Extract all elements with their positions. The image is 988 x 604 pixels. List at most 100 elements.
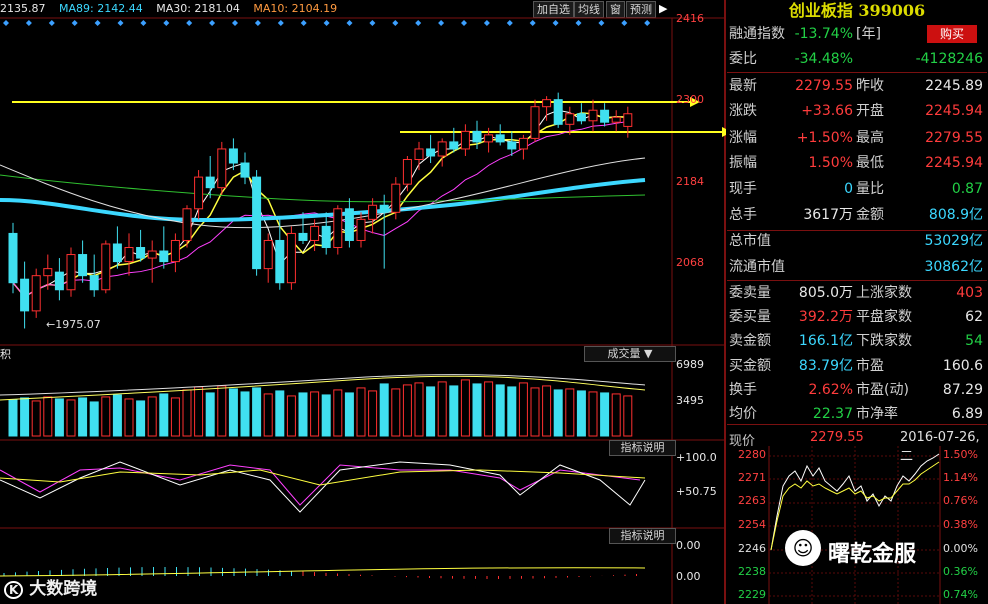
candle-body xyxy=(286,232,296,284)
volume-bar xyxy=(600,392,610,437)
candle-body xyxy=(460,130,470,150)
price-tick-2184: 2184 xyxy=(676,175,704,188)
volume-bar xyxy=(43,396,53,437)
candle-body xyxy=(449,141,459,150)
quote-value: 3617万 xyxy=(803,207,853,223)
intraday-left-tick: 2280 xyxy=(738,448,766,461)
event-marker xyxy=(598,20,605,26)
candle-body xyxy=(124,247,134,263)
volume-bar xyxy=(576,390,586,437)
event-marker xyxy=(415,20,422,26)
volume-bar xyxy=(414,382,424,437)
candle-body xyxy=(205,176,215,189)
quote-label-2: 量比 xyxy=(856,181,884,197)
candle-body xyxy=(437,141,447,157)
indicator2-help-button[interactable]: 指标说明 xyxy=(609,528,676,544)
candle-body xyxy=(78,254,88,277)
quote-label: 总手 xyxy=(729,207,757,223)
quote-value: 0 xyxy=(844,181,853,197)
candle-body xyxy=(252,176,262,270)
candle-body xyxy=(426,148,436,157)
candle-body xyxy=(565,113,575,125)
intraday-right-tick: 0.74% xyxy=(943,588,978,601)
price-tick-2068: 2068 xyxy=(676,256,704,269)
event-marker xyxy=(438,20,445,26)
volume-label-box[interactable]: 成交量 ▼ xyxy=(584,346,676,362)
candle-body xyxy=(275,239,285,284)
moving-average-lines xyxy=(0,109,646,298)
quote-value-2: 2245.94 xyxy=(925,155,983,171)
candle-body xyxy=(170,239,180,263)
volume-bar xyxy=(588,391,598,437)
low-annotation-value: 1975.07 xyxy=(55,318,101,331)
quote-label-2: 最高 xyxy=(856,130,884,146)
right-watermark: 曙乾金服 xyxy=(828,542,917,567)
quote-label: 流通市值 xyxy=(729,259,785,275)
event-marker xyxy=(94,20,101,26)
volume-bar xyxy=(112,394,122,437)
volume-bar xyxy=(101,396,111,437)
quote-label-2: 昨收 xyxy=(856,78,884,94)
candle-body xyxy=(472,130,482,143)
quote-label: 现手 xyxy=(729,181,757,197)
quote-value-2: 403 xyxy=(956,285,983,301)
candle-body xyxy=(368,204,378,220)
ma60-line xyxy=(0,174,646,203)
indicator1-help-button[interactable]: 指标说明 xyxy=(609,440,676,456)
volume-bar xyxy=(252,387,262,437)
intraday-left-tick: 2254 xyxy=(738,518,766,531)
candle-body xyxy=(611,116,621,123)
indicator2-tick-low: 0.00 xyxy=(676,570,701,583)
low-annotation: ←1975.07 xyxy=(46,318,101,331)
event-marker xyxy=(323,20,330,26)
volume-bar xyxy=(20,397,30,437)
quote-value: 805.0万 xyxy=(798,285,853,301)
quote-row: 买金额 83.79亿 市盈 160.6 xyxy=(729,354,986,379)
quote-value: 83.79亿 xyxy=(798,358,853,374)
price-tick-2416: 2416 xyxy=(676,12,704,25)
candle-body xyxy=(356,218,366,241)
left-stub-label: 积 xyxy=(0,348,11,361)
event-marker xyxy=(575,20,582,26)
candle-body xyxy=(159,250,169,263)
event-marker xyxy=(163,20,170,26)
candle-body xyxy=(54,271,64,291)
candle-body xyxy=(89,275,99,291)
quote-row: 振幅 1.50% 最低 2245.94 xyxy=(729,151,986,176)
volume-bar xyxy=(147,396,157,437)
quote-row: 卖金额 166.1亿 下跌家数 54 xyxy=(729,329,986,354)
quote-value: +1.50% xyxy=(796,130,853,146)
kline-chart[interactable] xyxy=(0,0,726,604)
ma89-line xyxy=(0,178,646,223)
event-marker xyxy=(461,20,467,26)
candle-body xyxy=(43,268,53,277)
volume-bar xyxy=(321,394,331,437)
candle-body xyxy=(576,113,586,122)
quote-row: 总手 3617万 金额 808.9亿 xyxy=(729,203,986,228)
volume-bar xyxy=(611,393,621,437)
intraday-right-tick: 0.36% xyxy=(943,565,978,578)
quote-value-2: 30862亿 xyxy=(924,259,983,275)
event-marker xyxy=(71,20,78,26)
volume-bar xyxy=(472,383,482,437)
quote-label-2: 市盈 xyxy=(856,358,884,374)
candle-body xyxy=(333,208,343,249)
volume-bar xyxy=(426,386,436,437)
volume-bar xyxy=(240,391,250,437)
event-marker xyxy=(300,20,307,26)
volume-tick-high: 6989 xyxy=(676,358,704,371)
volume-bar xyxy=(124,398,134,437)
intraday-right-tick: 1.50% xyxy=(943,448,978,461)
volume-bar xyxy=(518,382,528,437)
quote-value-2: 2245.94 xyxy=(925,103,983,119)
volume-bar xyxy=(507,386,517,437)
event-marker xyxy=(506,20,513,26)
quote-label: 卖金额 xyxy=(729,333,771,349)
candle-body xyxy=(414,148,424,161)
quote-value-2: 62 xyxy=(965,309,983,325)
left-watermark-text: 大数跨境 xyxy=(29,579,98,599)
volume-bar xyxy=(530,387,540,437)
volume-bar xyxy=(31,400,41,437)
quote-row: 融通指数 -13.74% [年] xyxy=(729,22,986,47)
volume-bar xyxy=(484,381,494,437)
